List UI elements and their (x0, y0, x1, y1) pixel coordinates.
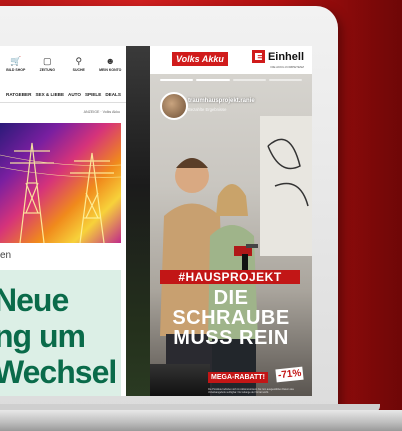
progress-segment (232, 79, 266, 81)
cart-icon: 🛒 (10, 56, 22, 66)
progress-segment (196, 79, 230, 81)
nav-item-auto[interactable]: AUTO (68, 92, 81, 97)
background-scene-strip (126, 46, 150, 396)
pylon-drawing (0, 142, 121, 243)
ad-label: ANZEIGE · Volks Akku (83, 110, 120, 114)
story-ad[interactable]: Volks Akku Einhell DIE AKKU-KOMPETENZ tr… (150, 46, 312, 396)
account-subtitle: Bezahlte Ergebnisse (188, 107, 227, 112)
ad-headline: DIE SCHRAUBE MUSS REIN (150, 288, 312, 348)
article-caption: en (0, 250, 12, 261)
account-link[interactable]: ☻ MEIN KONTO (99, 56, 121, 72)
ad-headline-line-3: MUSS REIN (173, 327, 289, 349)
volks-akku-logo: Volks Akku (172, 52, 228, 66)
laptop-lid: 🛒 BILD SHOP ▢ ZEITUNG ⚲ SUCHE ☻ MEIN KON… (0, 6, 338, 414)
einhell-mark-icon (251, 50, 265, 63)
couple-illustration (160, 116, 312, 396)
progress-segment (160, 79, 194, 81)
einhell-tagline: DIE AKKU-KOMPETENZ (270, 65, 304, 69)
account-name[interactable]: traumhausprojekt.ranie (188, 98, 255, 104)
nav-item-ratgeber[interactable]: RATGEBER (6, 92, 31, 97)
account-avatar[interactable] (160, 92, 188, 120)
bild-shop-link[interactable]: 🛒 BILD SHOP (5, 56, 27, 72)
einhell-logo: Einhell (251, 50, 304, 63)
nav-item-spiele[interactable]: SPIELE (85, 92, 101, 97)
couple-photo (150, 106, 312, 396)
category-nav: RATGEBER SEX & LIEBE AUTO SPIELE DEALS (6, 92, 121, 97)
newspaper-icon: ▢ (42, 56, 52, 66)
search-link[interactable]: ⚲ SUCHE (68, 56, 90, 72)
headline-line-2: ng um (0, 318, 86, 354)
search-label: SUCHE (72, 68, 85, 72)
hashtag-banner: #HAUSPROJEKT (160, 270, 300, 284)
caption-strip (0, 244, 121, 266)
nav-item-deals[interactable]: DEALS (105, 92, 121, 97)
bild-shop-label: BILD SHOP (6, 68, 26, 72)
ad-headline-line-2: SCHRAUBE (172, 307, 290, 329)
user-icon: ☻ (105, 56, 115, 66)
product-box-image (150, 364, 210, 396)
zeitung-label: ZEITUNG (39, 68, 55, 72)
einhell-wordmark: Einhell (267, 50, 304, 63)
headline-line-3: Wechsel (0, 354, 117, 390)
fine-print: Die Produkte befinden sich im Aktionszei… (208, 388, 294, 394)
thermal-image-power-pylons[interactable] (0, 123, 121, 243)
promo-label: MEGA-RABATT! (208, 372, 268, 383)
headline-line-1: Neue (0, 282, 69, 318)
article-teaser[interactable]: Neue ng um Wechsel (0, 270, 121, 396)
zeitung-link[interactable]: ▢ ZEITUNG (36, 56, 58, 72)
laptop-screen: 🛒 BILD SHOP ▢ ZEITUNG ⚲ SUCHE ☻ MEIN KON… (0, 46, 312, 396)
story-progress-bar (160, 79, 302, 81)
search-icon: ⚲ (75, 56, 83, 66)
nav-item-sex-liebe[interactable]: SEX & LIEBE (35, 92, 64, 97)
brand-bar: Volks Akku Einhell DIE AKKU-KOMPETENZ (150, 46, 312, 74)
progress-segment (268, 79, 302, 81)
account-label: MEIN KONTO (99, 68, 122, 72)
laptop-base (0, 410, 402, 431)
teaser-headline: Neue ng um Wechsel (0, 282, 117, 390)
ad-headline-line-1: DIE (213, 287, 249, 309)
header-icon-bar: 🛒 BILD SHOP ▢ ZEITUNG ⚲ SUCHE ☻ MEIN KON… (0, 56, 126, 72)
news-website[interactable]: 🛒 BILD SHOP ▢ ZEITUNG ⚲ SUCHE ☻ MEIN KON… (0, 46, 126, 396)
nav-divider (0, 102, 126, 103)
